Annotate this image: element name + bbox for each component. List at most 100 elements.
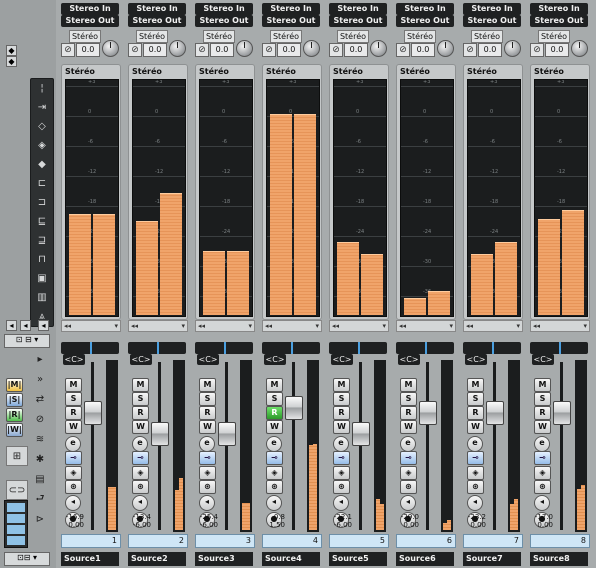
route4-icon[interactable]: ⊒ [31,231,53,250]
output-routing[interactable]: Stereo Out [262,15,320,27]
edge-toggle-icon[interactable]: ◂ [38,320,49,331]
input-gain[interactable]: 0.0 [478,43,502,57]
eq-bypass-icon[interactable]: ⊛ [400,480,417,494]
channel-name[interactable]: Source8 [530,552,588,566]
channel-name[interactable]: Source5 [329,552,387,566]
input-gain[interactable]: 0.0 [143,43,167,57]
nav-menu-icon[interactable]: ▾ [449,321,455,331]
nav-left-icon[interactable]: ◂◂ [397,322,406,330]
edit-icon[interactable]: e [400,436,416,452]
edge-toggle-icon[interactable]: ◂ [6,320,17,331]
channel-config[interactable]: Stéréo [203,30,235,43]
input-routing[interactable]: Stereo In [463,3,521,15]
nav-left-icon[interactable]: ◂◂ [531,322,540,330]
output-routing[interactable]: Stereo Out [530,15,588,27]
edit-icon[interactable]: e [534,436,550,452]
volume-value[interactable]: -6.00 [129,520,151,530]
eq-icon[interactable]: ≋ [30,430,50,448]
input-routing[interactable]: Stereo In [530,3,588,15]
input-routing[interactable]: Stereo In [329,3,387,15]
channel-config[interactable]: Stéréo [136,30,168,43]
nav-menu-icon[interactable]: ▾ [516,321,522,331]
nav-menu-icon[interactable]: ▾ [315,321,321,331]
route-icon[interactable]: ⊏ [31,174,53,193]
channel-name[interactable]: Source1 [61,552,119,566]
pan-slider[interactable] [463,342,521,354]
insert-icon[interactable]: ◈ [132,466,149,480]
meter-nav[interactable]: ◂◂ ▾ [463,320,523,332]
gain-knob[interactable] [169,40,186,57]
channel-name[interactable]: Source7 [463,552,521,566]
write-button[interactable]: W [132,420,149,434]
edit-icon[interactable]: e [266,436,282,452]
output-routing[interactable]: Stereo Out [396,15,454,27]
input-gain[interactable]: 0.0 [411,43,435,57]
phase-icon[interactable]: ⊘ [61,43,75,57]
mute-button[interactable]: M [400,378,417,392]
channel-name[interactable]: Source6 [396,552,454,566]
phase-icon[interactable]: ⊘ [396,43,410,57]
mixer-tree-icon[interactable]: ⊞ [6,446,28,466]
nav-left-icon[interactable]: ◂◂ [330,322,339,330]
route3-icon[interactable]: ⊑ [31,212,53,231]
mute-button[interactable]: M [132,378,149,392]
meters-icon[interactable]: ▥ [31,288,53,307]
gain-knob[interactable] [303,40,320,57]
volume-value[interactable]: 0.00 [397,520,419,530]
phase-icon[interactable]: ⊘ [195,43,209,57]
volume-fader[interactable] [285,396,303,420]
pan-slider[interactable] [329,342,387,354]
solo-button[interactable]: S [467,392,484,406]
output-routing[interactable]: Stereo Out [61,15,119,27]
input-gain[interactable]: 0.0 [545,43,569,57]
speaker-icon[interactable]: ◂ [65,495,81,511]
pan-value[interactable]: <C> [331,354,353,365]
write-button[interactable]: W [534,420,551,434]
nav-menu-icon[interactable]: ▾ [583,321,589,331]
volume-fader[interactable] [486,401,504,425]
route-out-icon[interactable]: ⊳ [30,510,50,528]
forward-icon[interactable]: » [30,370,50,388]
write-button[interactable]: W [199,420,216,434]
channel-name[interactable]: Source4 [262,552,320,566]
gain-knob[interactable] [102,40,119,57]
phase-icon[interactable]: ⊘ [530,43,544,57]
edit-icon[interactable]: e [132,436,148,452]
speaker-icon[interactable]: ◂ [132,495,148,511]
gain-knob[interactable] [504,40,521,57]
speaker-icon[interactable]: ◂ [400,495,416,511]
monitor-icon[interactable]: ⊸ [132,451,149,465]
pan-value[interactable]: <C> [465,354,487,365]
volume-value[interactable]: 0.00 [62,520,84,530]
eq-bypass-icon[interactable]: ⊛ [132,480,149,494]
edit-icon[interactable]: e [199,436,215,452]
insert-icon[interactable]: ◈ [333,466,350,480]
edge-toggle-icon[interactable]: ◆ [6,56,17,67]
monitor-icon[interactable]: ⊸ [65,451,82,465]
mute-button[interactable]: M [65,378,82,392]
monitor-icon[interactable]: ⊸ [400,451,417,465]
gain-knob[interactable] [370,40,387,57]
input-routing[interactable]: Stereo In [262,3,320,15]
insert-icon[interactable]: ◈ [65,466,82,480]
phase-icon[interactable]: ⊘ [128,43,142,57]
diamond-plus-icon[interactable]: ◆ [31,155,53,174]
global-mute-button[interactable]: |M| [6,378,23,392]
nav-left-icon[interactable]: ◂◂ [196,322,205,330]
solo-button[interactable]: S [199,392,216,406]
eq-bypass-icon[interactable]: ⊛ [467,480,484,494]
volume-value[interactable]: -6.00 [196,520,218,530]
global-read-button[interactable]: |R| [6,408,23,422]
diamond-sub-icon[interactable]: ◈ [31,136,53,155]
pan-slider[interactable] [396,342,454,354]
channel-config[interactable]: Stéréo [538,30,570,43]
nav-left-icon[interactable]: ◂◂ [263,322,272,330]
speaker-icon[interactable]: ◂ [333,495,349,511]
output-routing[interactable]: Stereo Out [195,15,253,27]
input-gain[interactable]: 0.0 [277,43,301,57]
volume-fader[interactable] [553,401,571,425]
write-button[interactable]: W [333,420,350,434]
channel-name[interactable]: Source2 [128,552,186,566]
meter-nav[interactable]: ◂◂ ▾ [61,320,121,332]
insert-icon[interactable]: ◈ [400,466,417,480]
